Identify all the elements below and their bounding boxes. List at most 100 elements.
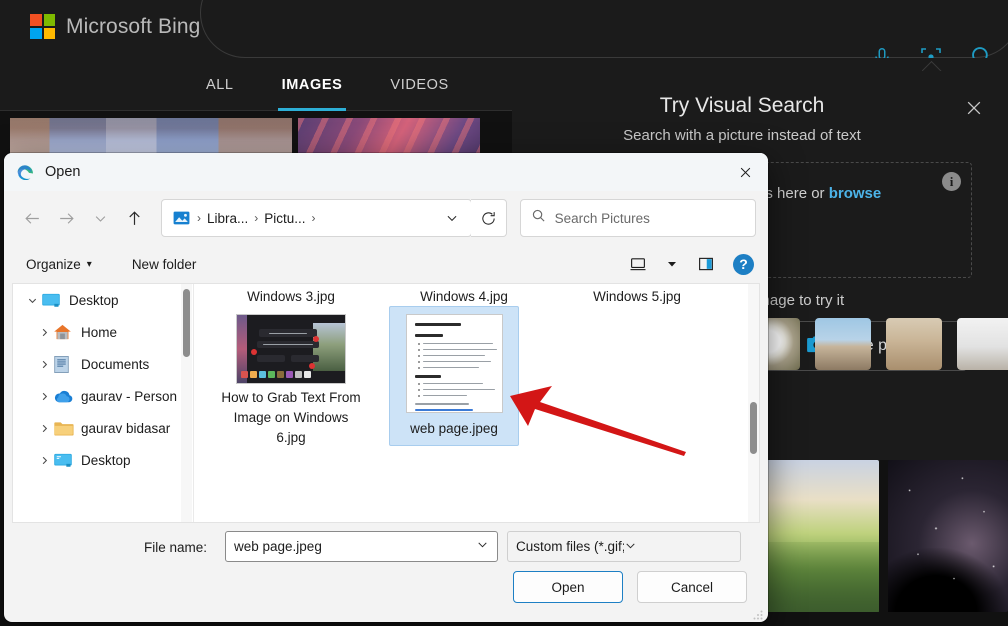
chevron-down-icon[interactable] — [476, 538, 489, 556]
chevron-right-icon[interactable] — [35, 327, 53, 338]
folder-icon — [53, 419, 74, 438]
chevron-right-icon[interactable] — [35, 455, 53, 466]
recent-locations-button[interactable] — [84, 201, 118, 235]
view-layout-icon[interactable] — [625, 251, 651, 277]
back-button[interactable] — [16, 201, 50, 235]
breadcrumb-dropdown-icon[interactable] — [439, 205, 465, 231]
browse-link[interactable]: browse — [829, 185, 882, 202]
toolbar-right-group: ? — [625, 251, 754, 277]
sample-louvre-thumbnail[interactable] — [815, 318, 871, 370]
dialog-title-bar: Open — [4, 153, 768, 191]
tree-item-home[interactable]: Home — [13, 316, 193, 348]
new-folder-label: New folder — [131, 256, 197, 272]
help-button[interactable]: ? — [733, 253, 754, 275]
chevron-down-icon[interactable] — [23, 295, 41, 306]
tree-label: Home — [81, 324, 118, 340]
breadcrumb-item-libraries[interactable]: Libra... — [207, 211, 248, 226]
resize-grip-icon[interactable] — [753, 607, 763, 620]
file-label: Windows 5.jpg — [593, 289, 681, 304]
panel-caret-icon — [922, 60, 942, 71]
cancel-button[interactable]: Cancel — [637, 571, 747, 603]
pictures-folder-icon — [172, 209, 191, 228]
tree-item-documents[interactable]: Documents — [13, 348, 193, 380]
dialog-navigation-bar: › Libra... › Pictu... › — [4, 191, 768, 245]
file-thumbnail — [405, 314, 503, 413]
file-list-scrollbar-thumb[interactable] — [750, 402, 757, 454]
file-type-value: Custom files (*.gif;*.jfif;*.pjpeg;* — [516, 539, 624, 554]
dialog-title: Open — [45, 164, 81, 180]
breadcrumb-separator-2: › — [254, 211, 259, 225]
home-icon — [53, 323, 74, 342]
tab-videos[interactable]: VIDEOS — [390, 58, 448, 111]
visual-search-title: Try Visual Search — [659, 94, 825, 117]
desktop-icon — [41, 291, 62, 310]
chevron-down-icon: ▾ — [86, 258, 92, 270]
tree-item-desktop-root[interactable]: Desktop — [13, 284, 193, 316]
search-icon — [531, 208, 546, 228]
visual-search-close-icon[interactable] — [960, 94, 988, 122]
bing-header: Microsoft Bing — [0, 0, 1008, 67]
dialog-footer: File name: Custom files (*.gif;*.jfif;*.… — [4, 523, 768, 621]
tree-label: gaurav - Person — [81, 388, 178, 404]
file-name-combobox[interactable] — [225, 531, 498, 562]
tree-scrollbar[interactable] — [181, 284, 192, 522]
file-item-windows-4[interactable]: Windows 4.jpg — [384, 287, 544, 307]
file-item-windows-3[interactable]: Windows 3.jpg — [211, 287, 371, 307]
up-button[interactable] — [117, 201, 151, 235]
tree-label: Desktop — [69, 292, 119, 308]
chevron-down-icon[interactable] — [624, 539, 732, 555]
file-type-combobox[interactable]: Custom files (*.gif;*.jfif;*.pjpeg;* — [507, 531, 741, 562]
search-input[interactable] — [554, 210, 745, 226]
file-list: Windows 3.jpg Windows 4.jpg Windows 5.jp… — [194, 284, 759, 522]
tree-scrollbar-thumb[interactable] — [183, 289, 190, 357]
chevron-right-icon[interactable] — [35, 391, 53, 402]
organize-label: Organize — [26, 256, 81, 272]
result-image-landscape[interactable] — [766, 460, 879, 612]
tree-item-desktop[interactable]: Desktop — [13, 444, 193, 476]
sample-dogs-thumbnail[interactable] — [886, 318, 942, 370]
sample-chair-thumbnail[interactable] — [957, 318, 1008, 370]
documents-icon — [53, 355, 74, 374]
breadcrumb-separator-3: › — [311, 211, 316, 225]
file-item-web-page-selected[interactable]: web page.jpeg — [389, 306, 519, 446]
visual-search-subtitle: Search with a picture instead of text — [623, 127, 861, 144]
dialog-toolbar: Organize ▾ New folder ? — [4, 245, 768, 283]
file-list-scrollbar[interactable] — [748, 284, 759, 522]
breadcrumb-item-pictures[interactable]: Pictu... — [264, 211, 305, 226]
onedrive-icon — [53, 387, 74, 406]
search-box[interactable] — [519, 199, 756, 237]
file-name-input[interactable] — [234, 539, 476, 554]
file-thumbnail — [236, 314, 346, 384]
tree-label: Desktop — [81, 452, 131, 468]
file-label: How to Grab Text From Image on Windows 6… — [221, 390, 361, 445]
file-item-windows-5[interactable]: Windows 5.jpg — [557, 287, 717, 307]
open-button[interactable]: Open — [513, 571, 623, 603]
tree-item-gaurav-bidasaria[interactable]: gaurav bidasar — [13, 412, 193, 444]
microsoft-logo-icon — [30, 14, 55, 39]
chevron-right-icon[interactable] — [35, 359, 53, 370]
bing-logo[interactable]: Microsoft Bing — [30, 14, 200, 39]
nav-tab-list: ALL IMAGES VIDEOS — [206, 58, 449, 111]
dialog-content-area: Desktop Home Documents gaurav - Person g… — [12, 283, 760, 523]
tree-item-onedrive-personal[interactable]: gaurav - Person — [13, 380, 193, 412]
organize-button[interactable]: Organize ▾ — [18, 253, 100, 276]
view-dropdown-icon[interactable] — [665, 251, 679, 277]
navigation-tree: Desktop Home Documents gaurav - Person g… — [13, 284, 194, 522]
preview-pane-icon[interactable] — [693, 251, 719, 277]
chevron-right-icon[interactable] — [35, 423, 53, 434]
sample-image-list — [744, 318, 1008, 370]
tab-all[interactable]: ALL — [206, 58, 234, 111]
refresh-button[interactable] — [470, 199, 507, 237]
edge-browser-icon — [16, 163, 35, 182]
result-image-nightsky[interactable] — [888, 460, 1008, 612]
breadcrumb-separator-1: › — [197, 211, 201, 225]
forward-button[interactable] — [50, 201, 84, 235]
screen: Microsoft Bing ALL IMAGES VIDEOS Try Vis… — [0, 0, 1008, 626]
breadcrumb[interactable]: › Libra... › Pictu... › — [161, 199, 472, 237]
tab-images[interactable]: IMAGES — [277, 58, 347, 111]
file-name-label: File name: — [144, 540, 208, 555]
file-label: Windows 3.jpg — [247, 289, 335, 304]
new-folder-button[interactable]: New folder — [124, 253, 205, 276]
file-item-how-to-grab-text[interactable]: How to Grab Text From Image on Windows 6… — [211, 314, 371, 448]
dialog-close-icon[interactable] — [722, 153, 768, 191]
